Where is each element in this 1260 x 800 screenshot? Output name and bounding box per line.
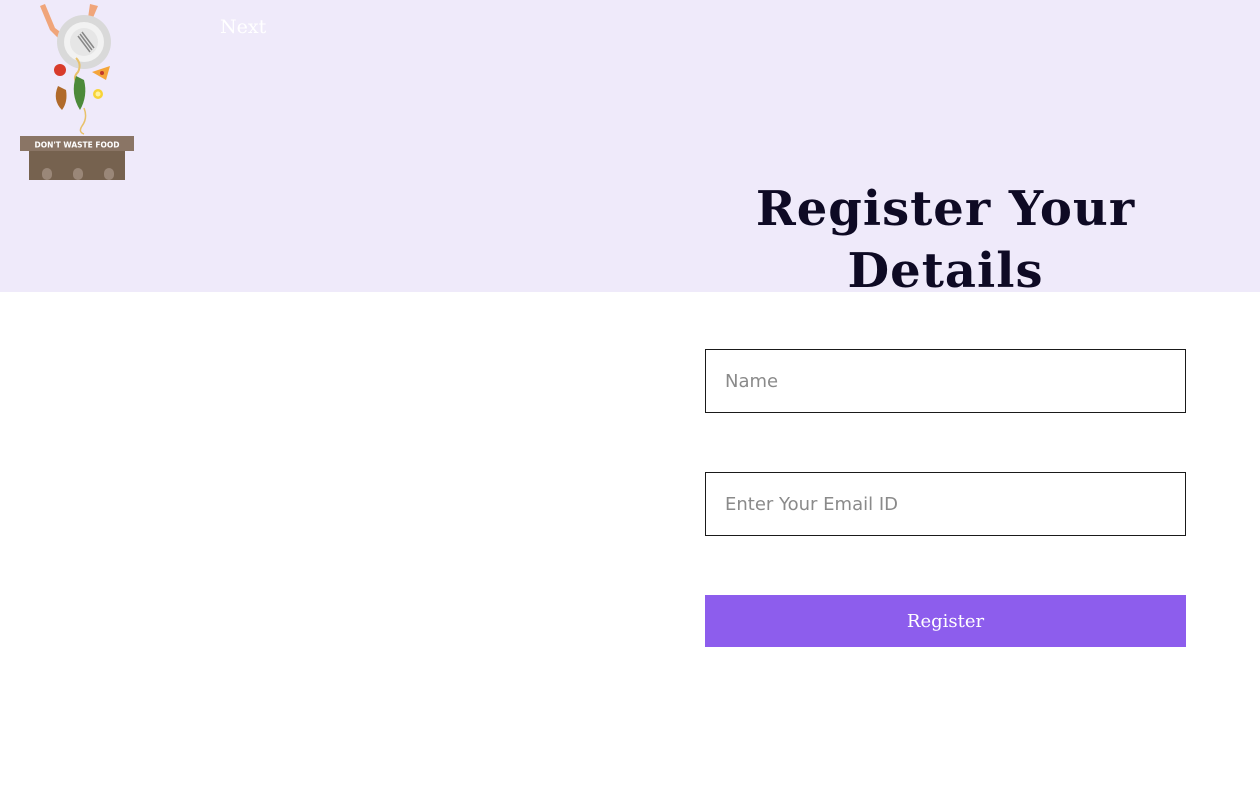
nav-next-link[interactable]: Next [220,16,266,38]
logo-banner-text: DON'T WASTE FOOD [35,141,120,150]
register-button[interactable]: Register [705,595,1186,647]
dont-waste-food-logo[interactable]: DON'T WASTE FOOD [18,4,138,180]
page-title: Register Your Details [755,181,1136,299]
name-input[interactable] [705,349,1186,413]
email-input[interactable] [705,472,1186,536]
